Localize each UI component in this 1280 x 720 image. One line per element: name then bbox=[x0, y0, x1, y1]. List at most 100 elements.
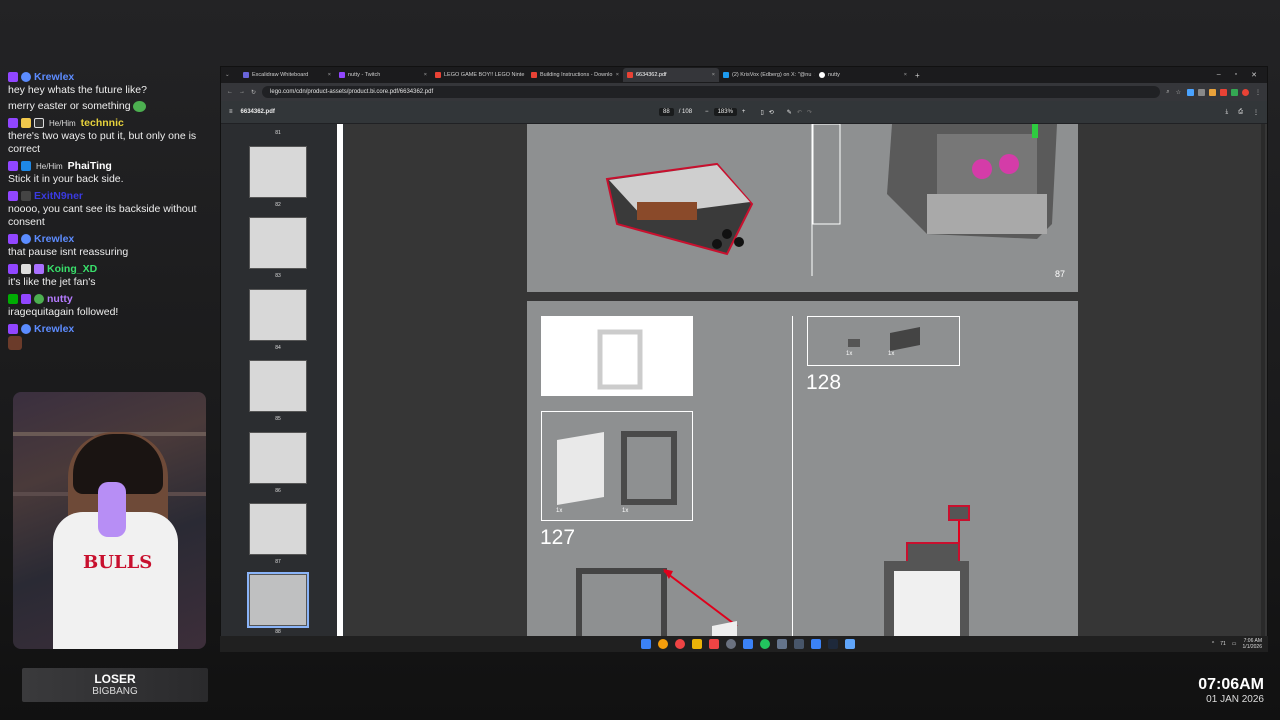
close-icon[interactable]: × bbox=[616, 72, 619, 78]
tray-date[interactable]: 1/1/2026 bbox=[1243, 644, 1262, 650]
pdf-canvas[interactable]: 87 1x 1x 127 1x 1x 128 bbox=[345, 123, 1267, 651]
pdf-scrollbar[interactable] bbox=[1261, 124, 1265, 651]
close-icon[interactable]: × bbox=[904, 72, 907, 78]
more-options-icon[interactable]: ⋮ bbox=[1253, 109, 1259, 116]
kick-badge-icon bbox=[8, 294, 18, 304]
bookmark-star-icon[interactable]: ☆ bbox=[1176, 89, 1181, 96]
excalidraw-favicon-icon bbox=[243, 72, 249, 78]
new-tab-button[interactable]: + bbox=[915, 71, 920, 80]
stream-overlay: Krewlex hey hey whats the future like? m… bbox=[0, 0, 1280, 720]
tab-youtube[interactable]: LEGO GAME BOY!! LEGO Ninte× bbox=[431, 68, 527, 82]
chat-username[interactable]: Krewlex bbox=[34, 233, 74, 246]
parts-callout: 1x 1x bbox=[807, 316, 960, 366]
steam-icon[interactable] bbox=[828, 639, 838, 649]
page-thumbnail[interactable] bbox=[249, 146, 307, 198]
extension-icon[interactable] bbox=[1220, 88, 1227, 96]
app-icon[interactable] bbox=[811, 639, 821, 649]
network-icon[interactable]: ▭ bbox=[1232, 641, 1237, 647]
reload-icon[interactable]: ↻ bbox=[251, 89, 256, 96]
tab-search-icon[interactable]: ⌄ bbox=[225, 72, 235, 78]
download-icon[interactable]: ⤓ bbox=[1226, 109, 1229, 116]
app-icon[interactable] bbox=[709, 639, 719, 649]
chat-username[interactable]: Krewlex bbox=[34, 71, 74, 84]
page-thumbnail-active[interactable] bbox=[247, 572, 309, 628]
undo-icon[interactable]: ↶ bbox=[797, 109, 802, 116]
chevron-up-icon[interactable]: ^ bbox=[1212, 641, 1214, 647]
fit-page-icon[interactable]: ▯ bbox=[760, 109, 763, 116]
close-icon[interactable]: × bbox=[424, 72, 427, 78]
close-icon[interactable]: × bbox=[328, 72, 331, 78]
file-explorer-icon[interactable] bbox=[692, 639, 702, 649]
song-title: LOSER bbox=[94, 672, 136, 686]
tab-nutty[interactable]: nutty × bbox=[815, 68, 911, 82]
page-number-input[interactable]: 88 bbox=[659, 108, 674, 116]
chrome-icon[interactable] bbox=[658, 639, 668, 649]
chat-username[interactable]: technnic bbox=[81, 117, 124, 130]
forward-icon[interactable]: → bbox=[239, 89, 245, 95]
extension-icon[interactable] bbox=[1231, 88, 1238, 96]
gear-badge-icon bbox=[34, 294, 44, 304]
search-icon[interactable]: ⌕ bbox=[1166, 89, 1169, 96]
chat-username[interactable]: nutty bbox=[47, 293, 73, 306]
page-thumbnail[interactable] bbox=[249, 503, 307, 555]
sidebar-splitter[interactable] bbox=[337, 124, 343, 651]
clock-date: 01 JAN 2026 bbox=[1206, 694, 1264, 705]
extension-icon[interactable] bbox=[1209, 88, 1216, 96]
tab-x[interactable]: (2) KrisVox (Edberg) on X: "@nu× bbox=[719, 68, 815, 82]
tab-excalidraw[interactable]: Excalidraw Whiteboard × bbox=[239, 68, 335, 82]
minimize-icon[interactable]: – bbox=[1217, 71, 1221, 79]
gameboy-assembly bbox=[887, 124, 1057, 239]
microphone-icon bbox=[98, 482, 126, 537]
chat-username[interactable]: Krewlex bbox=[34, 323, 74, 336]
chat-username[interactable]: PhaiTing bbox=[68, 160, 112, 173]
chat-message: Krewlex hey hey whats the future like? bbox=[8, 70, 213, 97]
window-frame-illustration bbox=[597, 329, 643, 390]
app-icon[interactable] bbox=[794, 639, 804, 649]
chat-panel: Krewlex hey hey whats the future like? m… bbox=[8, 70, 213, 357]
zoom-out-icon[interactable]: − bbox=[705, 109, 709, 115]
redo-icon[interactable]: ↷ bbox=[807, 109, 812, 116]
spotify-icon[interactable] bbox=[760, 639, 770, 649]
app-icon[interactable] bbox=[777, 639, 787, 649]
zoom-in-icon[interactable]: + bbox=[742, 109, 746, 115]
chat-username[interactable]: Koing_XD bbox=[47, 263, 97, 276]
app-icon[interactable] bbox=[675, 639, 685, 649]
menu-dots-icon[interactable]: ⋮ bbox=[1255, 89, 1261, 96]
extension-icon[interactable] bbox=[1198, 88, 1205, 96]
thumbnail-sidebar[interactable]: 81 82 83 84 85 86 87 88 bbox=[221, 124, 339, 651]
pdf-page-88: 1x 1x 127 1x 1x 128 bbox=[527, 301, 1078, 641]
pdf-favicon-icon bbox=[627, 72, 633, 78]
thumb-label: 82 bbox=[275, 202, 281, 208]
url-field[interactable]: lego.com/cdn/product-assets/product.bi.c… bbox=[262, 86, 1161, 98]
app-icon[interactable] bbox=[743, 639, 753, 649]
maximize-icon[interactable]: ▫ bbox=[1235, 71, 1237, 79]
chat-username[interactable]: ExitN9ner bbox=[34, 190, 83, 203]
chat-text: merry easter or something bbox=[8, 100, 131, 112]
chat-text: hey hey whats the future like? bbox=[8, 84, 147, 96]
tab-twitch[interactable]: nutty - Twitch × bbox=[335, 68, 431, 82]
pdf-viewer: 81 82 83 84 85 86 87 88 87 1x 1x 127 1x … bbox=[221, 123, 1267, 651]
obs-icon[interactable] bbox=[726, 639, 736, 649]
rotate-icon[interactable]: ⟲ bbox=[769, 109, 774, 116]
start-menu-icon[interactable] bbox=[641, 639, 651, 649]
page-thumbnail[interactable] bbox=[249, 432, 307, 484]
close-window-icon[interactable]: ✕ bbox=[1251, 71, 1257, 79]
page-thumbnail[interactable] bbox=[249, 217, 307, 269]
pronoun-tag: He/Him bbox=[36, 161, 63, 171]
bricks-illustration bbox=[848, 327, 920, 351]
tab-strip: ⌄ Excalidraw Whiteboard × nutty - Twitch ×… bbox=[221, 67, 1267, 83]
page-thumbnail[interactable] bbox=[249, 289, 307, 341]
zoom-input[interactable]: 183% bbox=[713, 108, 737, 116]
print-icon[interactable]: ⎙ bbox=[1238, 109, 1243, 116]
chat-message: ExitN9ner noooo, you cant see its backsi… bbox=[8, 189, 213, 229]
page-thumbnail[interactable] bbox=[249, 360, 307, 412]
extension-icon[interactable] bbox=[1187, 88, 1194, 96]
tab-pdf[interactable]: 6634362.pdf × bbox=[623, 68, 719, 82]
profile-avatar-icon[interactable] bbox=[1242, 88, 1249, 96]
back-icon[interactable]: ← bbox=[227, 89, 233, 95]
hamburger-menu-icon[interactable]: ≡ bbox=[229, 109, 233, 115]
tab-building-instructions[interactable]: Building Instructions - Downlo × bbox=[527, 68, 623, 82]
annotate-icon[interactable]: ✎ bbox=[787, 109, 792, 116]
close-icon[interactable]: × bbox=[712, 72, 715, 78]
app-icon[interactable] bbox=[845, 639, 855, 649]
